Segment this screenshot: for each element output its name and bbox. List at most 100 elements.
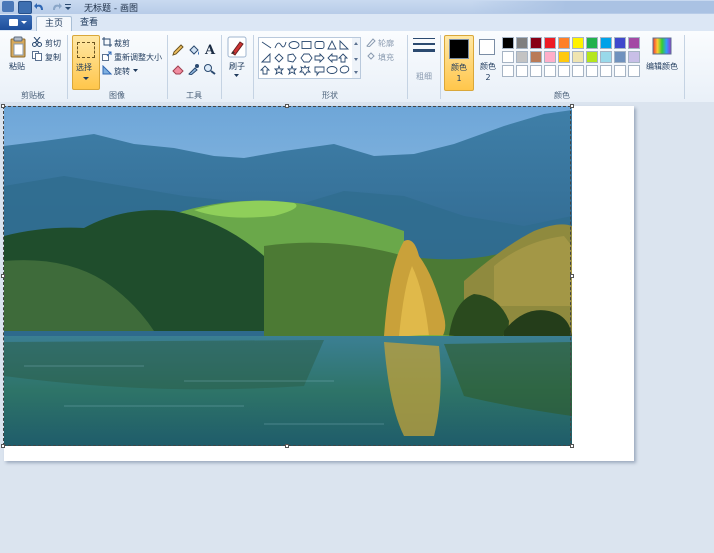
resize-label[interactable]: 重新调整大小	[114, 52, 162, 63]
magnifier-icon[interactable]	[203, 63, 217, 78]
copy-label[interactable]: 复制	[45, 52, 61, 63]
color-swatch[interactable]	[502, 65, 514, 77]
clipboard-group-label: 剪贴板	[21, 91, 45, 100]
crop-label[interactable]: 裁剪	[114, 38, 130, 49]
rotate-label[interactable]: 旋转	[114, 66, 130, 77]
selection-border	[3, 106, 571, 446]
window-title: 无标题 - 画图	[84, 4, 138, 14]
shapes-gallery-scroll[interactable]	[352, 37, 361, 79]
color2-button[interactable]: 颜色 2	[476, 35, 500, 89]
text-tool-icon[interactable]: A	[203, 42, 217, 59]
svg-text:A: A	[204, 43, 216, 56]
edit-colors-label[interactable]: 编辑颜色	[646, 61, 678, 72]
color-swatch[interactable]	[516, 51, 528, 63]
customize-toolbar-icon[interactable]	[64, 1, 72, 12]
resize-handle[interactable]	[285, 444, 289, 448]
color-swatch[interactable]	[530, 37, 542, 49]
image-group-label: 图像	[109, 91, 125, 100]
color-swatch[interactable]	[586, 37, 598, 49]
tab-view[interactable]: 查看	[74, 16, 104, 31]
select-label: 选择	[76, 63, 92, 72]
size-icon[interactable]	[413, 38, 435, 59]
fill-bucket-icon[interactable]	[187, 43, 201, 60]
color-swatch[interactable]	[558, 37, 570, 49]
color-swatch[interactable]	[572, 65, 584, 77]
brushes-label[interactable]: 刷子	[229, 61, 245, 72]
size-label[interactable]: 粗细	[416, 71, 432, 82]
copy-icon[interactable]	[32, 51, 42, 64]
outline-label[interactable]: 轮廓	[378, 38, 394, 49]
color-swatch[interactable]	[530, 65, 542, 77]
redo-icon[interactable]	[50, 1, 62, 12]
pencil-icon[interactable]	[171, 43, 185, 60]
undo-icon[interactable]	[34, 1, 46, 12]
save-icon[interactable]	[18, 1, 32, 14]
color-swatch[interactable]	[600, 51, 612, 63]
cut-label[interactable]: 剪切	[45, 38, 61, 49]
resize-handle[interactable]	[1, 274, 5, 278]
select-icon	[77, 42, 95, 58]
colors-group-label: 颜色	[554, 91, 570, 100]
group-divider	[221, 35, 222, 99]
color-swatch[interactable]	[600, 37, 612, 49]
color-swatch[interactable]	[572, 51, 584, 63]
shapes-gallery[interactable]	[258, 37, 354, 79]
paste-label[interactable]: 粘贴	[9, 61, 25, 72]
color-swatch[interactable]	[558, 65, 570, 77]
resize-handle[interactable]	[1, 104, 5, 108]
color-swatch[interactable]	[586, 65, 598, 77]
color-palette	[502, 37, 646, 79]
rotate-icon[interactable]	[102, 64, 113, 78]
color2-swatch	[479, 39, 495, 55]
ribbon: 粘贴 剪切 复制 剪贴板 选择 裁剪 重新调整大小 旋转 图像 A 工具 刷子 …	[0, 31, 714, 103]
select-button[interactable]: 选择	[72, 35, 100, 90]
app-icon[interactable]	[2, 1, 14, 12]
eraser-icon[interactable]	[171, 63, 185, 78]
color-swatch[interactable]	[614, 51, 626, 63]
edit-colors-icon[interactable]	[652, 36, 672, 59]
color2-label: 颜色 2	[480, 62, 496, 82]
color1-button[interactable]: 颜色 1	[444, 35, 474, 91]
paste-icon[interactable]	[9, 36, 27, 61]
crop-icon[interactable]	[102, 37, 112, 50]
resize-icon[interactable]	[102, 51, 112, 64]
color-swatch[interactable]	[516, 37, 528, 49]
shapes-icons	[259, 39, 350, 77]
color-swatch[interactable]	[600, 65, 612, 77]
resize-handle[interactable]	[570, 444, 574, 448]
group-divider	[407, 35, 408, 99]
menu-row: 主页 查看	[0, 14, 714, 32]
color-swatch[interactable]	[544, 51, 556, 63]
color-swatch[interactable]	[586, 51, 598, 63]
color-swatch[interactable]	[614, 65, 626, 77]
resize-handle[interactable]	[1, 444, 5, 448]
outline-icon[interactable]	[366, 37, 376, 50]
color1-swatch	[449, 39, 469, 59]
brush-icon[interactable]	[227, 36, 247, 61]
fill-label[interactable]: 填充	[378, 52, 394, 63]
resize-handle[interactable]	[285, 104, 289, 108]
color-swatch[interactable]	[544, 65, 556, 77]
color-swatch[interactable]	[628, 51, 640, 63]
color-swatch[interactable]	[558, 51, 570, 63]
color-swatch[interactable]	[628, 65, 640, 77]
color-swatch[interactable]	[516, 65, 528, 77]
resize-handle[interactable]	[570, 274, 574, 278]
resize-handle[interactable]	[570, 104, 574, 108]
tools-group-label: 工具	[186, 91, 202, 100]
color-swatch[interactable]	[502, 37, 514, 49]
paint-menu-button[interactable]	[0, 15, 32, 30]
group-divider	[684, 35, 685, 99]
color-swatch[interactable]	[614, 37, 626, 49]
color-swatch[interactable]	[572, 37, 584, 49]
shapes-group-label: 形状	[322, 91, 338, 100]
fill-icon[interactable]	[366, 51, 376, 64]
scissors-icon[interactable]	[32, 36, 42, 50]
color-swatch[interactable]	[530, 51, 542, 63]
color-swatch[interactable]	[544, 37, 556, 49]
color1-label: 颜色 1	[451, 63, 467, 83]
tab-home[interactable]: 主页	[36, 16, 72, 32]
color-picker-icon[interactable]	[187, 63, 201, 78]
color-swatch[interactable]	[502, 51, 514, 63]
color-swatch[interactable]	[628, 37, 640, 49]
